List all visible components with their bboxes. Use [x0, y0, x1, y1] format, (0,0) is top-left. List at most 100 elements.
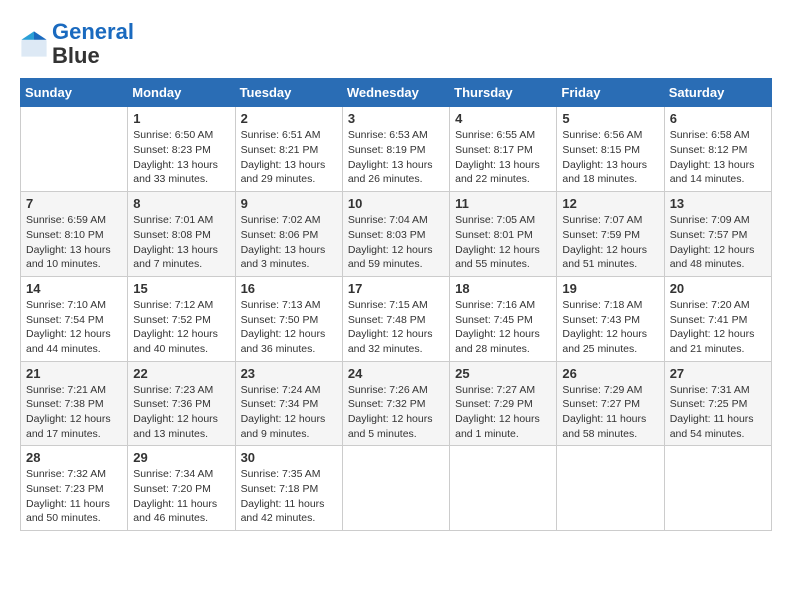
cell-day-number: 18 — [455, 281, 551, 296]
cell-day-number: 14 — [26, 281, 122, 296]
cell-day-number: 29 — [133, 450, 229, 465]
calendar-cell: 1 Sunrise: 6:50 AMSunset: 8:23 PMDaylight… — [128, 107, 235, 192]
cell-info: Sunrise: 7:23 AMSunset: 7:36 PMDaylight:… — [133, 383, 229, 442]
cell-info: Sunrise: 7:07 AMSunset: 7:59 PMDaylight:… — [562, 213, 658, 272]
cell-info: Sunrise: 7:32 AMSunset: 7:23 PMDaylight:… — [26, 467, 122, 526]
calendar-cell: 27 Sunrise: 7:31 AMSunset: 7:25 PMDayligh… — [664, 361, 771, 446]
cell-day-number: 2 — [241, 111, 337, 126]
calendar-cell: 15 Sunrise: 7:12 AMSunset: 7:52 PMDayligh… — [128, 276, 235, 361]
cell-day-number: 25 — [455, 366, 551, 381]
page-header: General Blue — [20, 20, 772, 68]
calendar-cell: 25 Sunrise: 7:27 AMSunset: 7:29 PMDayligh… — [450, 361, 557, 446]
weekday-header: Friday — [557, 79, 664, 107]
calendar-cell: 9 Sunrise: 7:02 AMSunset: 8:06 PMDaylight… — [235, 192, 342, 277]
calendar-cell: 26 Sunrise: 7:29 AMSunset: 7:27 PMDayligh… — [557, 361, 664, 446]
calendar-cell: 6Sunrise: 6:58 AMSunset: 8:12 PMDaylight… — [664, 107, 771, 192]
calendar-cell: 13 Sunrise: 7:09 AMSunset: 7:57 PMDayligh… — [664, 192, 771, 277]
calendar-week-row: 1 Sunrise: 6:50 AMSunset: 8:23 PMDaylight… — [21, 107, 772, 192]
cell-info: Sunrise: 7:12 AMSunset: 7:52 PMDaylight:… — [133, 298, 229, 357]
cell-day-number: 5 — [562, 111, 658, 126]
calendar-cell: 21 Sunrise: 7:21 AMSunset: 7:38 PMDayligh… — [21, 361, 128, 446]
calendar-cell: 8 Sunrise: 7:01 AMSunset: 8:08 PMDaylight… — [128, 192, 235, 277]
weekday-header: Wednesday — [342, 79, 449, 107]
cell-info: Sunrise: 7:18 AMSunset: 7:43 PMDaylight:… — [562, 298, 658, 357]
cell-day-number: 19 — [562, 281, 658, 296]
cell-day-number: 6 — [670, 111, 766, 126]
cell-info: Sunrise: 7:29 AMSunset: 7:27 PMDaylight:… — [562, 383, 658, 442]
calendar-cell — [450, 446, 557, 531]
cell-day-number: 11 — [455, 196, 551, 211]
cell-day-number: 20 — [670, 281, 766, 296]
cell-day-number: 21 — [26, 366, 122, 381]
cell-info: Sunrise: 7:09 AMSunset: 7:57 PMDaylight:… — [670, 213, 766, 272]
cell-day-number: 15 — [133, 281, 229, 296]
cell-day-number: 3 — [348, 111, 444, 126]
weekday-header: Monday — [128, 79, 235, 107]
cell-day-number: 23 — [241, 366, 337, 381]
cell-info: Sunrise: 6:59 AMSunset: 8:10 PMDaylight:… — [26, 213, 122, 272]
calendar-cell: 24 Sunrise: 7:26 AMSunset: 7:32 PMDayligh… — [342, 361, 449, 446]
weekday-header-row: SundayMondayTuesdayWednesdayThursdayFrid… — [21, 79, 772, 107]
cell-day-number: 12 — [562, 196, 658, 211]
calendar-week-row: 7 Sunrise: 6:59 AMSunset: 8:10 PMDaylight… — [21, 192, 772, 277]
calendar-cell: 22 Sunrise: 7:23 AMSunset: 7:36 PMDayligh… — [128, 361, 235, 446]
calendar-cell: 4 Sunrise: 6:55 AMSunset: 8:17 PMDaylight… — [450, 107, 557, 192]
cell-info: Sunrise: 7:35 AMSunset: 7:18 PMDaylight:… — [241, 467, 337, 526]
cell-info: Sunrise: 7:13 AMSunset: 7:50 PMDaylight:… — [241, 298, 337, 357]
cell-info: Sunrise: 6:51 AMSunset: 8:21 PMDaylight:… — [241, 128, 337, 187]
calendar-cell — [21, 107, 128, 192]
calendar-cell: 18 Sunrise: 7:16 AMSunset: 7:45 PMDayligh… — [450, 276, 557, 361]
cell-info: Sunrise: 6:56 AMSunset: 8:15 PMDaylight:… — [562, 128, 658, 187]
cell-info: Sunrise: 7:10 AMSunset: 7:54 PMDaylight:… — [26, 298, 122, 357]
cell-day-number: 13 — [670, 196, 766, 211]
cell-info: Sunrise: 6:55 AMSunset: 8:17 PMDaylight:… — [455, 128, 551, 187]
weekday-header: Saturday — [664, 79, 771, 107]
calendar-cell: 28 Sunrise: 7:32 AMSunset: 7:23 PMDayligh… — [21, 446, 128, 531]
weekday-header: Tuesday — [235, 79, 342, 107]
cell-info: Sunrise: 7:21 AMSunset: 7:38 PMDaylight:… — [26, 383, 122, 442]
cell-info: Sunrise: 7:20 AMSunset: 7:41 PMDaylight:… — [670, 298, 766, 357]
cell-day-number: 8 — [133, 196, 229, 211]
cell-info: Sunrise: 7:04 AMSunset: 8:03 PMDaylight:… — [348, 213, 444, 272]
cell-day-number: 27 — [670, 366, 766, 381]
calendar-cell: 7 Sunrise: 6:59 AMSunset: 8:10 PMDaylight… — [21, 192, 128, 277]
cell-info: Sunrise: 7:16 AMSunset: 7:45 PMDaylight:… — [455, 298, 551, 357]
calendar-week-row: 21 Sunrise: 7:21 AMSunset: 7:38 PMDayligh… — [21, 361, 772, 446]
weekday-header: Thursday — [450, 79, 557, 107]
cell-day-number: 9 — [241, 196, 337, 211]
calendar-cell: 5 Sunrise: 6:56 AMSunset: 8:15 PMDaylight… — [557, 107, 664, 192]
cell-info: Sunrise: 6:50 AMSunset: 8:23 PMDaylight:… — [133, 128, 229, 187]
calendar-cell — [342, 446, 449, 531]
cell-day-number: 24 — [348, 366, 444, 381]
cell-day-number: 28 — [26, 450, 122, 465]
logo: General Blue — [20, 20, 134, 68]
cell-day-number: 17 — [348, 281, 444, 296]
calendar-cell — [557, 446, 664, 531]
cell-info: Sunrise: 6:53 AMSunset: 8:19 PMDaylight:… — [348, 128, 444, 187]
cell-day-number: 1 — [133, 111, 229, 126]
cell-info: Sunrise: 7:26 AMSunset: 7:32 PMDaylight:… — [348, 383, 444, 442]
calendar-cell: 29 Sunrise: 7:34 AMSunset: 7:20 PMDayligh… — [128, 446, 235, 531]
cell-info: Sunrise: 7:24 AMSunset: 7:34 PMDaylight:… — [241, 383, 337, 442]
logo-text: General Blue — [52, 20, 134, 68]
cell-info: Sunrise: 7:27 AMSunset: 7:29 PMDaylight:… — [455, 383, 551, 442]
cell-day-number: 22 — [133, 366, 229, 381]
calendar-cell: 11 Sunrise: 7:05 AMSunset: 8:01 PMDayligh… — [450, 192, 557, 277]
calendar-cell: 17Sunrise: 7:15 AMSunset: 7:48 PMDayligh… — [342, 276, 449, 361]
calendar-cell: 14 Sunrise: 7:10 AMSunset: 7:54 PMDayligh… — [21, 276, 128, 361]
calendar-cell: 3 Sunrise: 6:53 AMSunset: 8:19 PMDaylight… — [342, 107, 449, 192]
cell-day-number: 4 — [455, 111, 551, 126]
cell-day-number: 26 — [562, 366, 658, 381]
cell-info: Sunrise: 7:01 AMSunset: 8:08 PMDaylight:… — [133, 213, 229, 272]
cell-info: Sunrise: 7:02 AMSunset: 8:06 PMDaylight:… — [241, 213, 337, 272]
calendar-cell: 23 Sunrise: 7:24 AMSunset: 7:34 PMDayligh… — [235, 361, 342, 446]
cell-info: Sunrise: 7:31 AMSunset: 7:25 PMDaylight:… — [670, 383, 766, 442]
calendar-week-row: 14 Sunrise: 7:10 AMSunset: 7:54 PMDayligh… — [21, 276, 772, 361]
calendar-cell: 10Sunrise: 7:04 AMSunset: 8:03 PMDayligh… — [342, 192, 449, 277]
logo-icon — [20, 30, 48, 58]
cell-info: Sunrise: 7:05 AMSunset: 8:01 PMDaylight:… — [455, 213, 551, 272]
cell-day-number: 7 — [26, 196, 122, 211]
calendar-cell: 12 Sunrise: 7:07 AMSunset: 7:59 PMDayligh… — [557, 192, 664, 277]
cell-info: Sunrise: 7:34 AMSunset: 7:20 PMDaylight:… — [133, 467, 229, 526]
calendar-cell: 30Sunrise: 7:35 AMSunset: 7:18 PMDayligh… — [235, 446, 342, 531]
